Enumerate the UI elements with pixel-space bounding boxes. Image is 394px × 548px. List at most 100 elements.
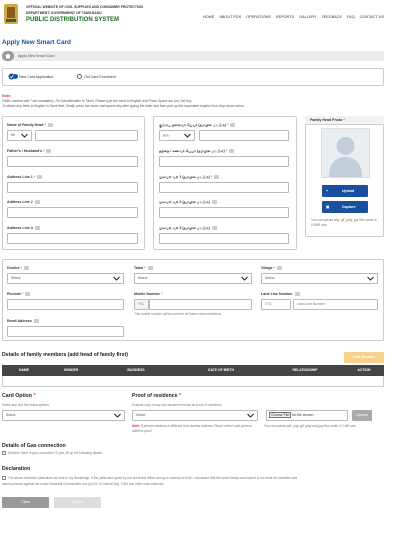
tamilnadu-emblem-logo bbox=[4, 4, 18, 24]
plus-icon: + bbox=[326, 189, 329, 193]
district-select[interactable]: Select bbox=[7, 273, 124, 284]
tamil-address-line3-label: முகவரி வரி 3 (தமிழில் மட்டும்) bbox=[159, 226, 217, 231]
note-label: Note: bbox=[2, 94, 12, 98]
col-gender: GENDER bbox=[63, 368, 79, 372]
father-husband-label: Father's / Husband's * bbox=[7, 149, 52, 154]
tamil-prefix-select[interactable]: திரு bbox=[159, 130, 195, 141]
tamil-address-line2-input[interactable] bbox=[159, 207, 289, 218]
family-head-name-input[interactable] bbox=[35, 130, 138, 141]
tamil-address-line2-label: முகவரி வரி 2 (தமிழில் மட்டும்) bbox=[159, 200, 217, 205]
taluk-label: Taluk * bbox=[134, 266, 153, 271]
chevron-down-icon bbox=[184, 133, 191, 138]
nav-feedback[interactable]: FEEDBACK bbox=[322, 15, 342, 19]
address-line1-input[interactable] bbox=[7, 182, 138, 193]
choose-file-button[interactable]: Choose File bbox=[269, 412, 292, 418]
residence-note: Note: If present address is different fr… bbox=[132, 424, 252, 433]
members-table-header: NAME GENDER BUSINESS DATE OF BIRTH RELAT… bbox=[2, 365, 384, 376]
email-label: Email Address bbox=[7, 319, 39, 324]
header-dept-line1: OFFICIAL WEBSITE OF CIVIL SUPPLIES AND C… bbox=[26, 5, 143, 9]
nav-reports[interactable]: REPORTS bbox=[276, 15, 294, 19]
declaration-text-line2: action pursued against me under Essentia… bbox=[2, 482, 165, 486]
top-nav: HOME ABOUT PDS OPERATIONS REPORTS GALLER… bbox=[203, 15, 384, 19]
radio-new-card[interactable] bbox=[13, 74, 18, 79]
nav-about-pds[interactable]: ABOUT PDS bbox=[219, 15, 241, 19]
nav-faq[interactable]: FAQ bbox=[347, 15, 355, 19]
landline-input[interactable]: Land Line Number bbox=[293, 299, 378, 310]
nav-home[interactable]: HOME bbox=[203, 15, 214, 19]
address-line2-input[interactable] bbox=[7, 207, 138, 218]
family-head-name-label: Name of Family Head * bbox=[7, 123, 53, 128]
tamil-address-line1-input[interactable] bbox=[159, 182, 289, 193]
residence-file-hint: You can upload pdf, png, gif, jpeg and j… bbox=[264, 424, 356, 428]
members-table-body bbox=[2, 376, 384, 387]
chevron-down-icon bbox=[247, 413, 254, 418]
chevron-down-icon bbox=[241, 276, 248, 281]
members-section-title: Details of family members (add head of f… bbox=[2, 352, 128, 358]
residence-proof-label: Proof of residence * bbox=[132, 393, 182, 399]
breadcrumb bbox=[2, 51, 384, 61]
photo-upload-button[interactable]: + Upload bbox=[322, 185, 368, 197]
address-line2-label: Address Line 2 bbox=[7, 200, 40, 205]
residence-proof-select[interactable]: Select bbox=[132, 410, 258, 421]
card-option-select[interactable]: Select bbox=[2, 410, 125, 421]
col-date-of-birth: DATE OF BIRTH bbox=[208, 368, 234, 372]
camera-icon: ▣ bbox=[326, 205, 330, 209]
add-member-button[interactable]: Add Member bbox=[344, 352, 384, 363]
tamil-address-line1-label: முகவரி வரி 1 (தமிழில் மட்டும்) * bbox=[159, 175, 220, 180]
user-avatar-icon bbox=[329, 137, 362, 177]
residence-upload-button[interactable]: Upload bbox=[352, 410, 372, 421]
chevron-down-icon bbox=[367, 276, 374, 281]
pincode-input[interactable] bbox=[7, 299, 124, 310]
note-line-1: Fields marked with * are mandatory. For … bbox=[2, 99, 193, 103]
radio-new-card-label[interactable]: New Card Application bbox=[19, 75, 53, 79]
radio-old-card[interactable] bbox=[77, 74, 82, 79]
village-label: Village * bbox=[261, 266, 282, 271]
radio-old-card-label[interactable]: Old Card Enrolment bbox=[84, 75, 116, 79]
home-breadcrumb-button[interactable] bbox=[2, 51, 14, 61]
declaration-text-line1: The above furnished particulars are true… bbox=[8, 476, 298, 480]
pincode-label: Pincode * bbox=[7, 292, 31, 297]
declaration-checkbox[interactable] bbox=[2, 476, 6, 480]
photo-capture-button[interactable]: ▣ Capture bbox=[322, 201, 368, 213]
col-action: ACTION bbox=[357, 368, 371, 372]
district-label: District * bbox=[7, 266, 29, 271]
clear-button[interactable]: Clear bbox=[2, 497, 49, 508]
father-husband-input[interactable] bbox=[7, 156, 138, 167]
col-relationship: RELATIONSHIP bbox=[292, 368, 318, 372]
card-option-label: Card Option * bbox=[2, 393, 36, 399]
address-line3-input[interactable] bbox=[7, 233, 138, 244]
email-input[interactable] bbox=[7, 326, 124, 337]
landline-label: Land Line Number bbox=[261, 292, 300, 297]
name-prefix-select[interactable]: Mr bbox=[7, 130, 32, 141]
tamil-name-input[interactable] bbox=[199, 130, 289, 141]
tamil-address-line3-input[interactable] bbox=[159, 233, 289, 244]
nav-operations[interactable]: OPERATIONS bbox=[246, 15, 271, 19]
nav-contact-us[interactable]: CONTACT US bbox=[360, 15, 384, 19]
address-line1-label: Address Line 1 * bbox=[7, 175, 43, 180]
mobile-country-code: +91 bbox=[134, 299, 149, 310]
chevron-down-icon bbox=[113, 276, 120, 281]
photo-hint: You can upload png, gif, jpeg, jpg files… bbox=[311, 218, 377, 227]
std-code-input[interactable]: STD bbox=[261, 299, 291, 310]
header-site-title: PUBLIC DISTRIBUTION SYSTEM bbox=[26, 17, 120, 23]
home-icon bbox=[5, 53, 11, 59]
residence-file-picker[interactable]: Choose File No file chosen bbox=[266, 410, 348, 421]
tamil-father-input[interactable] bbox=[159, 156, 289, 167]
col-name: NAME bbox=[19, 368, 29, 372]
residence-proof-hint: Exclude copy of any one document below a… bbox=[132, 403, 222, 407]
photo-panel-title: Family Head Photo * bbox=[305, 116, 384, 125]
submit-button[interactable]: Submit bbox=[54, 497, 101, 508]
chevron-down-icon bbox=[21, 133, 28, 138]
taluk-select[interactable]: Select bbox=[134, 273, 252, 284]
mobile-label: Mobile Number * bbox=[134, 292, 163, 296]
village-select[interactable]: Select bbox=[261, 273, 378, 284]
note-line-2: To obtain any letter in English in Tamil… bbox=[2, 104, 245, 108]
photo-placeholder bbox=[321, 128, 370, 178]
mobile-input[interactable] bbox=[149, 299, 252, 310]
tamil-father-label: தந்தை / கணவர் பெயர் (தமிழில் மட்டும்) * bbox=[159, 149, 235, 154]
card-option-hint: Select any one the below options bbox=[2, 403, 49, 407]
gas-connection-checkbox[interactable] bbox=[2, 451, 6, 455]
address-line3-label: Address Line 3 bbox=[7, 226, 40, 231]
nav-gallery[interactable]: GALLERY bbox=[299, 15, 316, 19]
mobile-hint: This mobile number will be used for all … bbox=[134, 312, 222, 316]
